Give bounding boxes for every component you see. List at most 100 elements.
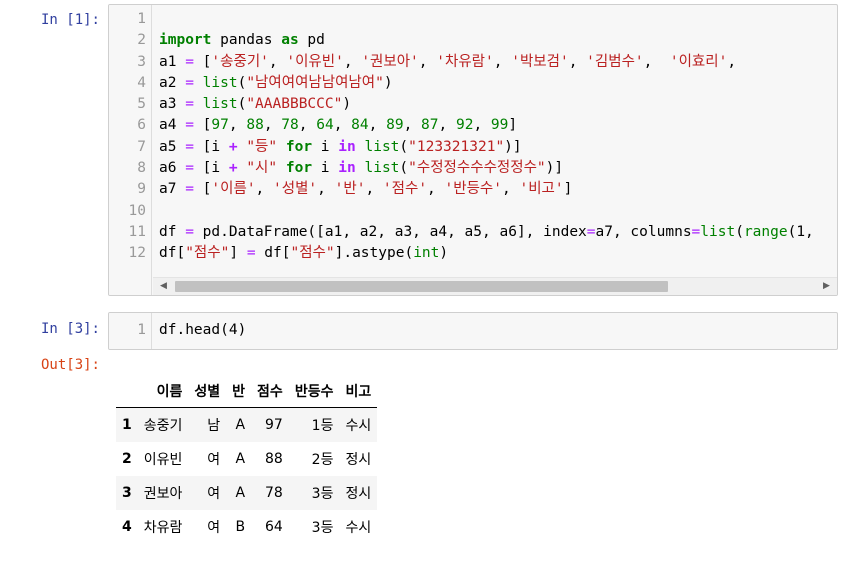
code-token: '비고' xyxy=(519,181,564,198)
code-token: 78 xyxy=(281,117,299,134)
code-cell-2[interactable]: 1 df.head(4) xyxy=(108,312,838,350)
table-header-row: 이름 성별 반 점수 반등수 비고 xyxy=(116,374,378,408)
code-token: ( xyxy=(735,223,744,240)
code-line: import pandas as pd xyxy=(159,30,814,51)
scroll-right-arrow-icon[interactable]: ▶ xyxy=(818,278,835,295)
code-token: "남여여여남남여남여" xyxy=(246,74,384,91)
code-token: list xyxy=(364,138,400,155)
code-token: , xyxy=(255,181,274,198)
code-token: = xyxy=(185,96,194,113)
table-cell: A xyxy=(235,417,246,433)
code-token: ( xyxy=(399,138,409,155)
code-token: , xyxy=(493,53,512,70)
code-token: 97 xyxy=(211,117,229,134)
code-token: a5 xyxy=(159,138,186,155)
line-number: 12 xyxy=(128,245,146,262)
code-line: df.head(4) xyxy=(159,320,246,341)
code-token: , xyxy=(268,53,287,70)
code-token: [ xyxy=(193,53,212,70)
code-token: '이효리' xyxy=(669,53,728,70)
code-token: list xyxy=(202,74,238,91)
scroll-left-arrow-icon[interactable]: ◀ xyxy=(155,278,172,295)
code-editor[interactable]: import pandas as pd a1 = ['송중기', '이유빈', '… xyxy=(159,5,814,265)
code-token: 99 xyxy=(490,117,509,134)
scrollbar-thumb[interactable] xyxy=(175,281,668,292)
line-number: 6 xyxy=(137,117,146,134)
table-cell: 남 xyxy=(207,418,221,434)
table-cell: 여 xyxy=(207,452,221,468)
code-token: as xyxy=(281,32,299,49)
table-row: 2 이유빈 여 A 88 2등 정시 xyxy=(116,442,377,476)
code-cell-1[interactable]: 1 2 3 4 5 6 7 8 9 10 11 12 import pandas as pd a1 = … xyxy=(108,4,838,296)
code-token: i xyxy=(312,138,339,155)
code-editor[interactable]: df.head(4) xyxy=(159,313,246,341)
row-index: 4 xyxy=(122,519,132,535)
code-token: a1 xyxy=(159,53,186,70)
code-token: [i xyxy=(193,160,229,177)
code-token: , xyxy=(403,117,422,134)
code-token: , xyxy=(333,117,352,134)
code-token: i xyxy=(312,160,339,177)
code-token: , xyxy=(418,53,437,70)
line-number: 7 xyxy=(137,138,146,155)
code-token: in xyxy=(338,138,356,155)
code-line: a6 = [i + "시" for i in list("수정정수수수정정수")… xyxy=(159,158,814,179)
line-number: 11 xyxy=(128,223,146,240)
table-cell: 여 xyxy=(207,520,221,536)
row-index: 3 xyxy=(122,485,132,501)
code-line: a1 = ['송중기', '이유빈', '권보아', '차유람', '박보검',… xyxy=(159,52,814,73)
code-line: a5 = [i + "등" for i in list("123321321")… xyxy=(159,137,814,158)
code-token: a2 xyxy=(159,74,186,91)
code-token: 87 xyxy=(421,117,439,134)
code-token: [i xyxy=(193,138,229,155)
code-token: '박보검' xyxy=(511,53,569,70)
table-cell: 송중기 xyxy=(143,418,183,434)
code-token: + xyxy=(228,160,238,177)
line-number: 2 xyxy=(137,32,146,49)
code-token: range xyxy=(743,223,788,240)
code-token: a6 xyxy=(159,160,186,177)
code-token: = xyxy=(691,223,701,240)
table-row: 1 송중기 남 A 97 1등 수시 xyxy=(116,407,378,442)
code-token: ] xyxy=(508,117,518,134)
column-header: 비고 xyxy=(339,374,378,408)
column-header: 점수 xyxy=(251,374,289,408)
code-token: df.head(4) xyxy=(159,322,247,338)
code-token: = xyxy=(185,53,194,70)
code-token: "시" xyxy=(246,160,278,177)
code-token: , xyxy=(368,117,387,134)
code-token: ].astype( xyxy=(334,245,414,262)
code-token: df[ xyxy=(159,245,186,262)
code-token: pd xyxy=(298,32,325,49)
horizontal-scrollbar[interactable]: ◀ ▶ xyxy=(153,277,837,295)
code-token: '반' xyxy=(334,181,366,198)
code-line: a7 = ['이름', '성별', '반', '점수', '반등수', '비고'… xyxy=(159,179,814,200)
code-line: df = pd.DataFrame([a1, a2, a3, a4, a5, a… xyxy=(159,222,814,243)
code-token: "수정정수수수정정수" xyxy=(408,160,546,177)
code-token: list xyxy=(202,96,238,113)
code-token: ] xyxy=(563,181,573,198)
table-cell: 차유람 xyxy=(143,520,183,536)
table-cell: B xyxy=(235,519,246,535)
column-header xyxy=(116,374,138,408)
code-token: (1, xyxy=(787,223,814,240)
code-token: 89 xyxy=(386,117,404,134)
code-token: "점수" xyxy=(185,245,230,262)
code-token: , xyxy=(317,181,335,198)
line-number: 1 xyxy=(137,322,146,338)
code-token: a4 xyxy=(159,117,186,134)
code-token: int xyxy=(413,245,440,262)
code-token: , xyxy=(727,53,737,70)
code-token: "AAABBBCCC" xyxy=(246,96,343,113)
code-token: , xyxy=(298,117,317,134)
line-number: 1 xyxy=(137,11,146,27)
code-token: '권보아' xyxy=(361,53,419,70)
line-number: 4 xyxy=(137,74,146,91)
code-token: , xyxy=(365,181,383,198)
code-token: , xyxy=(438,117,456,134)
line-number: 9 xyxy=(137,181,146,198)
